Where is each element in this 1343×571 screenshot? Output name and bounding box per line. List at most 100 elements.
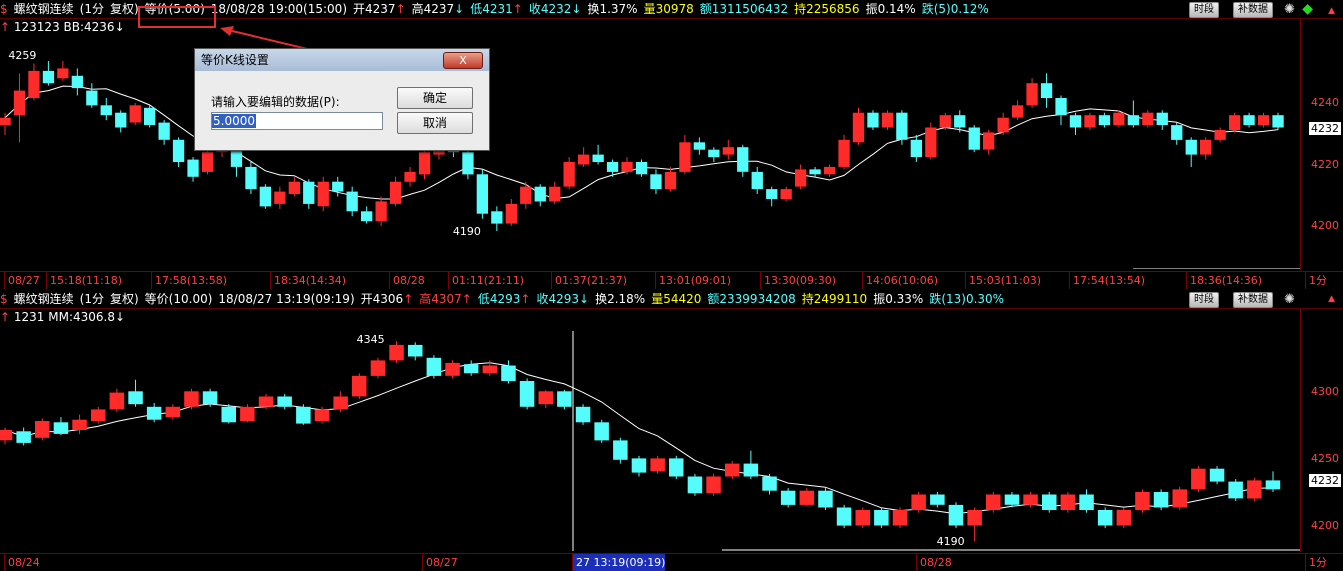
x-tick-label: 13:01(09:01): [655, 272, 731, 289]
candle-body: [762, 476, 777, 491]
candle-body: [818, 490, 833, 508]
fill-data-button[interactable]: 补数据: [1233, 292, 1273, 308]
symbol-name: 螺纹钢连续: [13, 2, 74, 16]
candle-body: [1055, 98, 1067, 116]
candle-body: [722, 147, 734, 155]
change: 跌(5)0.12%: [921, 2, 989, 16]
candle-body: [1214, 130, 1226, 140]
candle-body: [1084, 115, 1096, 128]
candle-body: [288, 181, 300, 194]
x-tick-label: 08/24: [4, 554, 40, 571]
candle-body: [594, 422, 609, 441]
high-arrow: ↓: [454, 2, 465, 16]
candle-body: [1229, 115, 1241, 130]
candle-body: [1097, 510, 1113, 526]
scroll-up-icon[interactable]: ▲: [1328, 294, 1335, 304]
equiv-kline-dialog[interactable]: 等价K线设置 X 请输入要编辑的数据(P): 5.0000 确定 取消: [194, 48, 490, 151]
current-price-label: 4232: [1309, 474, 1341, 487]
candle-chart-bottom[interactable]: 4345 4190: [0, 309, 1300, 551]
amount: 额1311506432: [699, 2, 789, 16]
close-arrow: ↓: [579, 292, 590, 306]
candle-body: [404, 171, 416, 182]
equiv-value[interactable]: 等价(10.00): [145, 292, 213, 306]
candle-body: [57, 68, 69, 79]
ok-button[interactable]: 确定: [397, 87, 473, 109]
y-tick: 4200: [1311, 519, 1339, 532]
candle-body: [296, 406, 311, 424]
candle-body: [115, 112, 127, 128]
gear-icon[interactable]: ✺: [1284, 2, 1295, 17]
y-tick: 4300: [1311, 385, 1339, 398]
low-value: 低4293: [477, 292, 521, 306]
y-tick: 4250: [1311, 452, 1339, 465]
candle-body: [838, 139, 850, 167]
candle-body: [766, 189, 778, 199]
candle-body: [332, 181, 344, 192]
scroll-up-icon[interactable]: ▲: [1328, 6, 1335, 16]
input-label: 请输入要编辑的数据(P):: [211, 95, 340, 109]
period-button[interactable]: 时段: [1189, 292, 1219, 308]
candle-body: [0, 117, 11, 126]
candle-body: [1171, 125, 1183, 140]
candle-body: [737, 147, 749, 172]
high-value: 高4307: [419, 292, 462, 306]
y-axis-top: 4240 4220 4200 4232: [1300, 19, 1343, 270]
amplitude: 振0.14%: [865, 2, 916, 16]
chart-panel-bottom[interactable]: $ 螺纹钢连续 (1分 复权) 等价(10.00) 18/08/27 13:19(09:1…: [0, 290, 1343, 571]
volume: 量30978: [643, 2, 694, 16]
candle-body: [954, 115, 966, 128]
x-period-label: 1分: [1305, 272, 1327, 289]
candle-body: [679, 142, 691, 172]
candle-body: [743, 463, 759, 477]
candle-body: [1069, 115, 1082, 128]
candle-body: [91, 409, 106, 421]
candle-body: [72, 419, 87, 430]
open-arrow: ↑: [403, 292, 414, 306]
high-value: 高4237: [411, 2, 455, 16]
candle-body: [463, 364, 479, 374]
candle-body: [146, 406, 162, 420]
candle-body: [13, 90, 26, 116]
x-tick-label: 08/27: [4, 272, 40, 289]
x-tick-label: 17:54(13:54): [1069, 272, 1145, 289]
candle-body: [1191, 468, 1206, 490]
candle-body: [352, 375, 367, 397]
candle-body: [28, 70, 40, 98]
extreme-label: 4190: [937, 535, 965, 548]
prefix-icon: $: [0, 292, 8, 306]
candle-body: [997, 117, 1009, 133]
open-arrow: ↑: [395, 2, 406, 16]
candle-body: [240, 406, 255, 421]
candle-body: [100, 105, 112, 116]
candle-body: [375, 201, 387, 222]
high-arrow: ↑: [461, 292, 472, 306]
gear-icon[interactable]: ✺: [1284, 292, 1295, 307]
x-tick-label: 08/28: [916, 554, 952, 571]
dialog-title-bar[interactable]: 等价K线设置 X: [195, 49, 489, 71]
candle-body: [35, 421, 50, 438]
x-tick-label: 08/28: [389, 272, 425, 289]
candle-body: [836, 507, 852, 526]
fill-data-button[interactable]: 补数据: [1233, 2, 1273, 18]
candle-body: [983, 132, 995, 150]
cancel-button[interactable]: 取消: [397, 112, 473, 134]
candle-body: [563, 162, 575, 187]
y-tick: 4220: [1311, 158, 1339, 171]
status-diamond-icon[interactable]: ◆: [1302, 1, 1313, 17]
candle-body: [1156, 112, 1168, 125]
value-input[interactable]: 5.0000: [211, 112, 383, 130]
candle-body: [795, 169, 807, 187]
close-button[interactable]: X: [443, 52, 483, 69]
candle-body: [809, 169, 821, 175]
candle-body: [42, 70, 55, 84]
candle-body: [1060, 494, 1076, 510]
period-button[interactable]: 时段: [1189, 2, 1219, 18]
turnover: 换2.18%: [595, 292, 646, 306]
x-tick-label: 15:18(11:18): [46, 272, 122, 289]
candle-body: [165, 406, 181, 418]
candle-body: [911, 494, 926, 510]
close-value: 收4293: [536, 292, 580, 306]
candle-body: [258, 396, 274, 407]
candle-body: [109, 392, 125, 410]
candle-body: [939, 115, 951, 128]
